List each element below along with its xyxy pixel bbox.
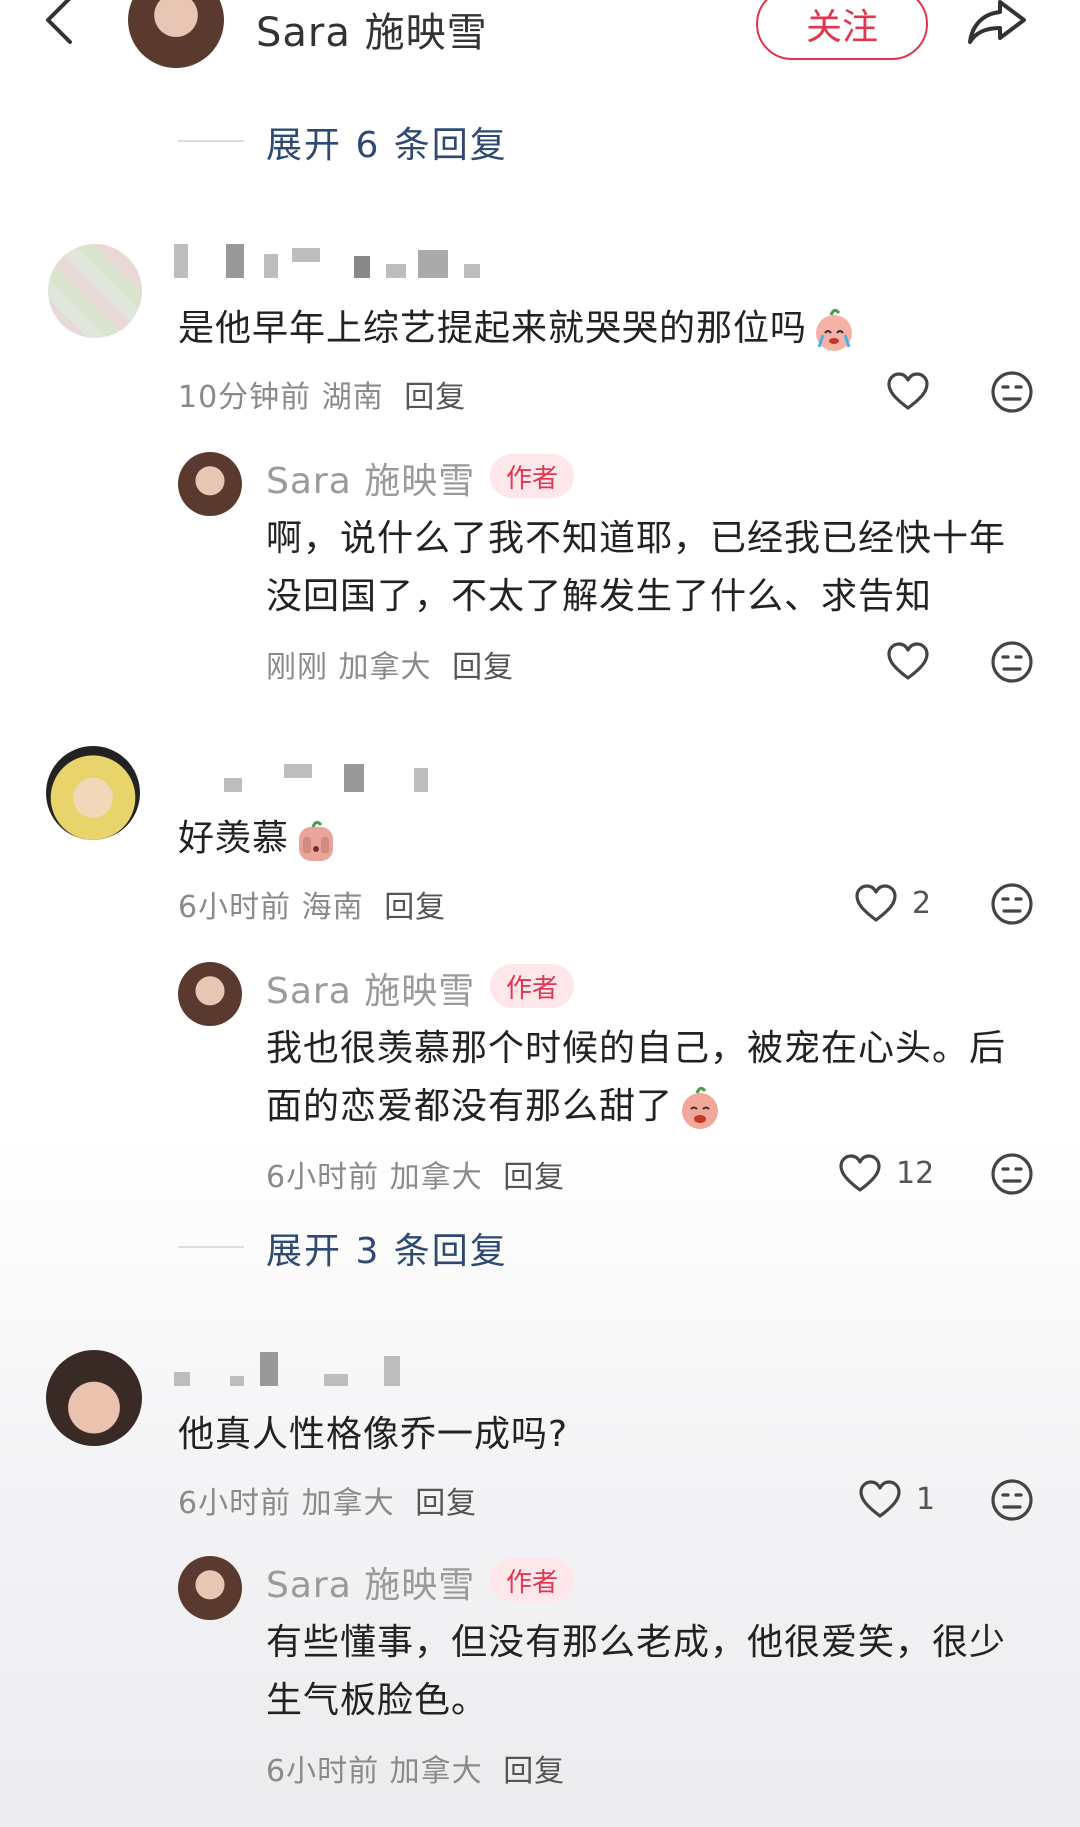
commenter-avatar[interactable] (46, 1350, 142, 1446)
author-tag: 作者 (490, 964, 575, 1008)
reply-text: 啊，说什么了我不知道耶，已经我已经快十年没回国了，不太了解发生了什么、求告知 (266, 518, 1007, 617)
reply-meta: 刚刚 加拿大 回复 (266, 642, 514, 686)
heart-icon[interactable] (886, 372, 930, 412)
commenter-avatar[interactable] (48, 244, 142, 338)
reply-button[interactable]: 回复 (503, 1160, 565, 1195)
follow-button[interactable]: 关注 (756, 0, 928, 60)
reply-text: 有些懂事，但没有那么老成，他很爱笑，很少生气板脸色。 (266, 1622, 1007, 1721)
comment-location: 加拿大 (301, 1486, 395, 1521)
dislike-face-icon[interactable] (990, 1152, 1034, 1196)
author-tag: 作者 (490, 1558, 575, 1602)
comment-location: 湖南 (321, 380, 384, 415)
dislike-face-icon[interactable] (990, 1478, 1034, 1522)
comment-meta: 6小时前 海南 回复 (178, 882, 446, 926)
comment-time: 6小时前 (178, 890, 292, 925)
reply-author-name: Sara 施映雪 (266, 1565, 476, 1606)
comment-meta: 6小时前 加拿大 回复 (178, 1478, 477, 1522)
reply-button[interactable]: 回复 (452, 650, 514, 685)
heart-icon[interactable] (854, 884, 898, 924)
reply-button[interactable]: 回复 (503, 1754, 565, 1789)
commenter-avatar[interactable] (46, 746, 140, 840)
dislike-face-icon[interactable] (990, 640, 1034, 684)
dislike-face-icon[interactable] (990, 882, 1034, 926)
comment-text: 好羡慕 (178, 810, 339, 868)
commenter-name-pixelated (174, 1352, 494, 1388)
heart-icon[interactable] (838, 1154, 882, 1194)
like-count: 1 (916, 1482, 936, 1517)
reply-time: 刚刚 (266, 650, 328, 685)
shy-emoji-icon (293, 817, 339, 863)
commenter-name-pixelated (174, 244, 494, 280)
header-author-name: Sara 施映雪 (256, 10, 488, 56)
expand-replies-link[interactable]: 展开 6 条回复 (266, 116, 508, 168)
comment-text: 他真人性格像乔一成吗? (178, 1414, 569, 1455)
comment-location: 海南 (301, 890, 364, 925)
pouting-emoji-icon (677, 1085, 723, 1131)
reply-meta: 6小时前 加拿大 回复 (266, 1152, 565, 1196)
author-reply-avatar[interactable] (178, 1556, 242, 1620)
back-icon[interactable] (42, 0, 78, 48)
reply-author-name: Sara 施映雪 (266, 971, 476, 1012)
heart-icon[interactable] (886, 642, 930, 682)
dislike-face-icon[interactable] (990, 370, 1034, 414)
commenter-name-pixelated (174, 758, 494, 794)
heart-icon[interactable] (858, 1480, 902, 1520)
reply-location: 加拿大 (389, 1754, 483, 1789)
reply-author-name: Sara 施映雪 (266, 461, 476, 502)
comment-time: 10分钟前 (178, 380, 312, 415)
reply-meta: 6小时前 加拿大 回复 (266, 1746, 565, 1790)
expand-divider (178, 1246, 244, 1248)
expand-divider (178, 140, 244, 142)
reply-text: 我也很羡慕那个时候的自己，被宠在心头。后面的恋爱都没有那么甜了 (266, 1020, 1036, 1136)
author-reply-avatar[interactable] (178, 452, 242, 516)
share-icon[interactable] (966, 0, 1030, 46)
like-count: 12 (896, 1156, 935, 1191)
expand-replies-link[interactable]: 展开 3 条回复 (266, 1222, 508, 1274)
reply-time: 6小时前 (266, 1754, 380, 1789)
reply-button[interactable]: 回复 (415, 1486, 477, 1521)
comment-text: 是他早年上综艺提起来就哭哭的那位吗 (178, 300, 857, 358)
comment-time: 6小时前 (178, 1486, 292, 1521)
reply-location: 加拿大 (389, 1160, 483, 1195)
comment-meta: 10分钟前 湖南 回复 (178, 372, 466, 416)
author-reply-avatar[interactable] (178, 962, 242, 1026)
like-count: 2 (912, 886, 932, 921)
reply-time: 6小时前 (266, 1160, 380, 1195)
crying-emoji-icon (811, 307, 857, 353)
reply-location: 加拿大 (338, 650, 432, 685)
author-avatar[interactable] (128, 0, 224, 68)
reply-button[interactable]: 回复 (404, 380, 466, 415)
author-tag: 作者 (490, 454, 575, 498)
reply-button[interactable]: 回复 (384, 890, 446, 925)
